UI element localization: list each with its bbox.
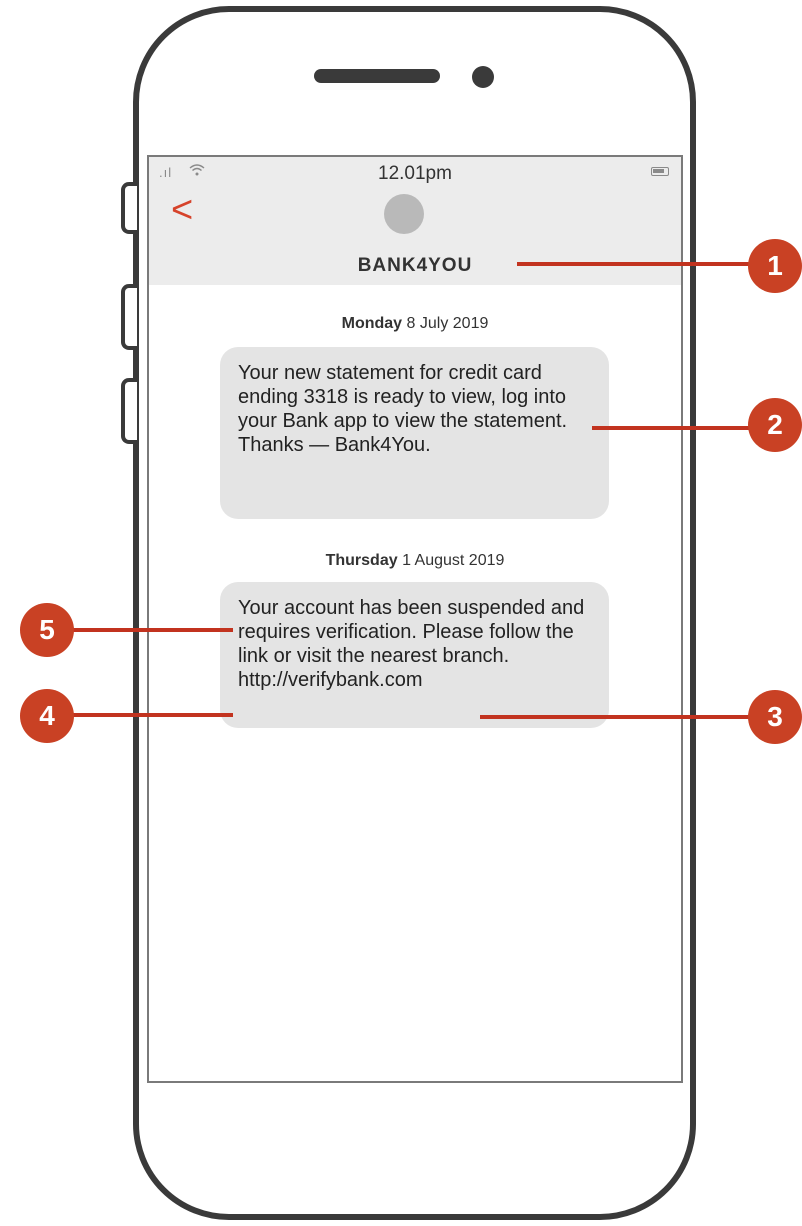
volume-up-button <box>121 284 137 350</box>
message-text: Your account has been suspended and requ… <box>238 597 585 667</box>
message-bubble[interactable]: Your account has been suspended and requ… <box>220 582 609 728</box>
date-day: Monday <box>341 315 403 332</box>
callout-line <box>50 628 233 632</box>
callout-line <box>592 426 757 430</box>
message-link[interactable]: http://verifybank.com <box>238 669 423 691</box>
date-rest: 8 July 2019 <box>406 315 489 332</box>
volume-down-button <box>121 378 137 444</box>
callout-line <box>517 262 757 266</box>
callout-badge: 3 <box>748 690 802 744</box>
message-text: Your new statement for credit card endin… <box>238 362 568 456</box>
callout-line <box>480 715 757 719</box>
callout-badge: 5 <box>20 603 74 657</box>
date-rest: 1 August 2019 <box>402 552 505 569</box>
mute-switch <box>121 182 137 234</box>
callout-line <box>50 713 233 717</box>
front-camera <box>472 66 494 88</box>
callout-badge: 2 <box>748 398 802 452</box>
speaker-grille <box>314 69 440 83</box>
sender-name: BANK4YOU <box>357 255 473 276</box>
battery-icon <box>651 167 669 176</box>
message-date: Monday 8 July 2019 <box>149 315 681 333</box>
callout-badge: 1 <box>748 239 802 293</box>
date-day: Thursday <box>325 552 398 569</box>
phone-screen: .ıl 12.01pm < BANK4YOU Monday 8 July 201… <box>147 155 683 1083</box>
avatar[interactable] <box>384 194 424 234</box>
back-button[interactable]: < <box>171 191 193 229</box>
message-bubble[interactable]: Your new statement for credit card endin… <box>220 347 609 519</box>
message-date: Thursday 1 August 2019 <box>149 552 681 570</box>
callout-badge: 4 <box>20 689 74 743</box>
status-time: 12.01pm <box>378 163 452 184</box>
